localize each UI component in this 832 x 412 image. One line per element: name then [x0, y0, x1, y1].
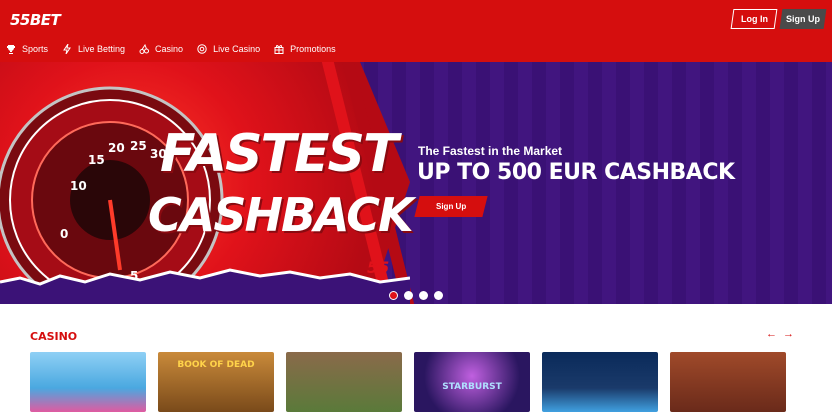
game-tile[interactable] — [542, 352, 658, 412]
promo-banner[interactable]: 0 5 10 15 20 25 30 FASTEST CASHBACK 55 T… — [0, 62, 832, 304]
nav-item-promotions[interactable]: Promotions — [274, 44, 336, 54]
nav-item-sports[interactable]: Sports — [6, 44, 48, 54]
banner-signup-button[interactable]: Sign Up — [414, 196, 488, 217]
game-title: BOOK OF DEAD — [177, 360, 255, 370]
carousel-dots — [389, 291, 443, 300]
banner-title-line1: FASTEST — [160, 124, 398, 184]
game-tile[interactable] — [30, 352, 146, 412]
banner-title-line2: CASHBACK — [148, 188, 414, 242]
prev-arrow-icon[interactable]: ← — [766, 328, 777, 340]
gauge-tick: 20 — [108, 141, 125, 155]
game-tile[interactable] — [286, 352, 402, 412]
site-logo[interactable]: 55BET — [10, 11, 61, 29]
gift-icon — [274, 45, 284, 54]
gauge-tick: 15 — [88, 153, 105, 167]
main-nav: Sports Live Betting Casino Live Casino P… — [6, 44, 350, 54]
login-button[interactable]: Log In — [730, 9, 778, 29]
banner-subtitle: The Fastest in the Market — [418, 144, 563, 158]
casino-game-list: BOOK OF DEAD STARBURST — [30, 352, 786, 412]
game-title: STARBURST — [442, 382, 502, 392]
gauge-tick: 25 — [130, 139, 147, 153]
gauge-tick: 10 — [70, 179, 87, 193]
game-tile[interactable]: BOOK OF DEAD — [158, 352, 274, 412]
signup-button[interactable]: Sign Up — [779, 9, 827, 29]
nav-item-casino[interactable]: Casino — [139, 44, 183, 54]
nav-item-live-betting[interactable]: Live Betting — [62, 44, 125, 54]
gauge-tick: 0 — [60, 227, 68, 241]
banner-badge-logo: 55 — [367, 258, 390, 277]
carousel-dot[interactable] — [419, 291, 428, 300]
banner-headline: UP TO 500 EUR CASHBACK — [417, 160, 735, 185]
trophy-icon — [7, 45, 15, 54]
carousel-dot[interactable] — [404, 291, 413, 300]
game-tile[interactable]: STARBURST — [414, 352, 530, 412]
carousel-dot[interactable] — [389, 291, 398, 300]
casino-arrows: ← → — [766, 328, 794, 340]
top-header: 55BET Log In Sign Up Sports Live Betting… — [0, 0, 832, 62]
casino-section-title: CASINO — [30, 330, 78, 343]
torn-paper-edge — [0, 268, 410, 304]
chip-icon — [197, 44, 207, 54]
next-arrow-icon[interactable]: → — [783, 328, 794, 340]
carousel-dot[interactable] — [434, 291, 443, 300]
cherries-icon — [139, 44, 150, 54]
lightning-icon — [63, 44, 71, 54]
nav-item-live-casino[interactable]: Live Casino — [197, 44, 260, 54]
game-tile[interactable] — [670, 352, 786, 412]
